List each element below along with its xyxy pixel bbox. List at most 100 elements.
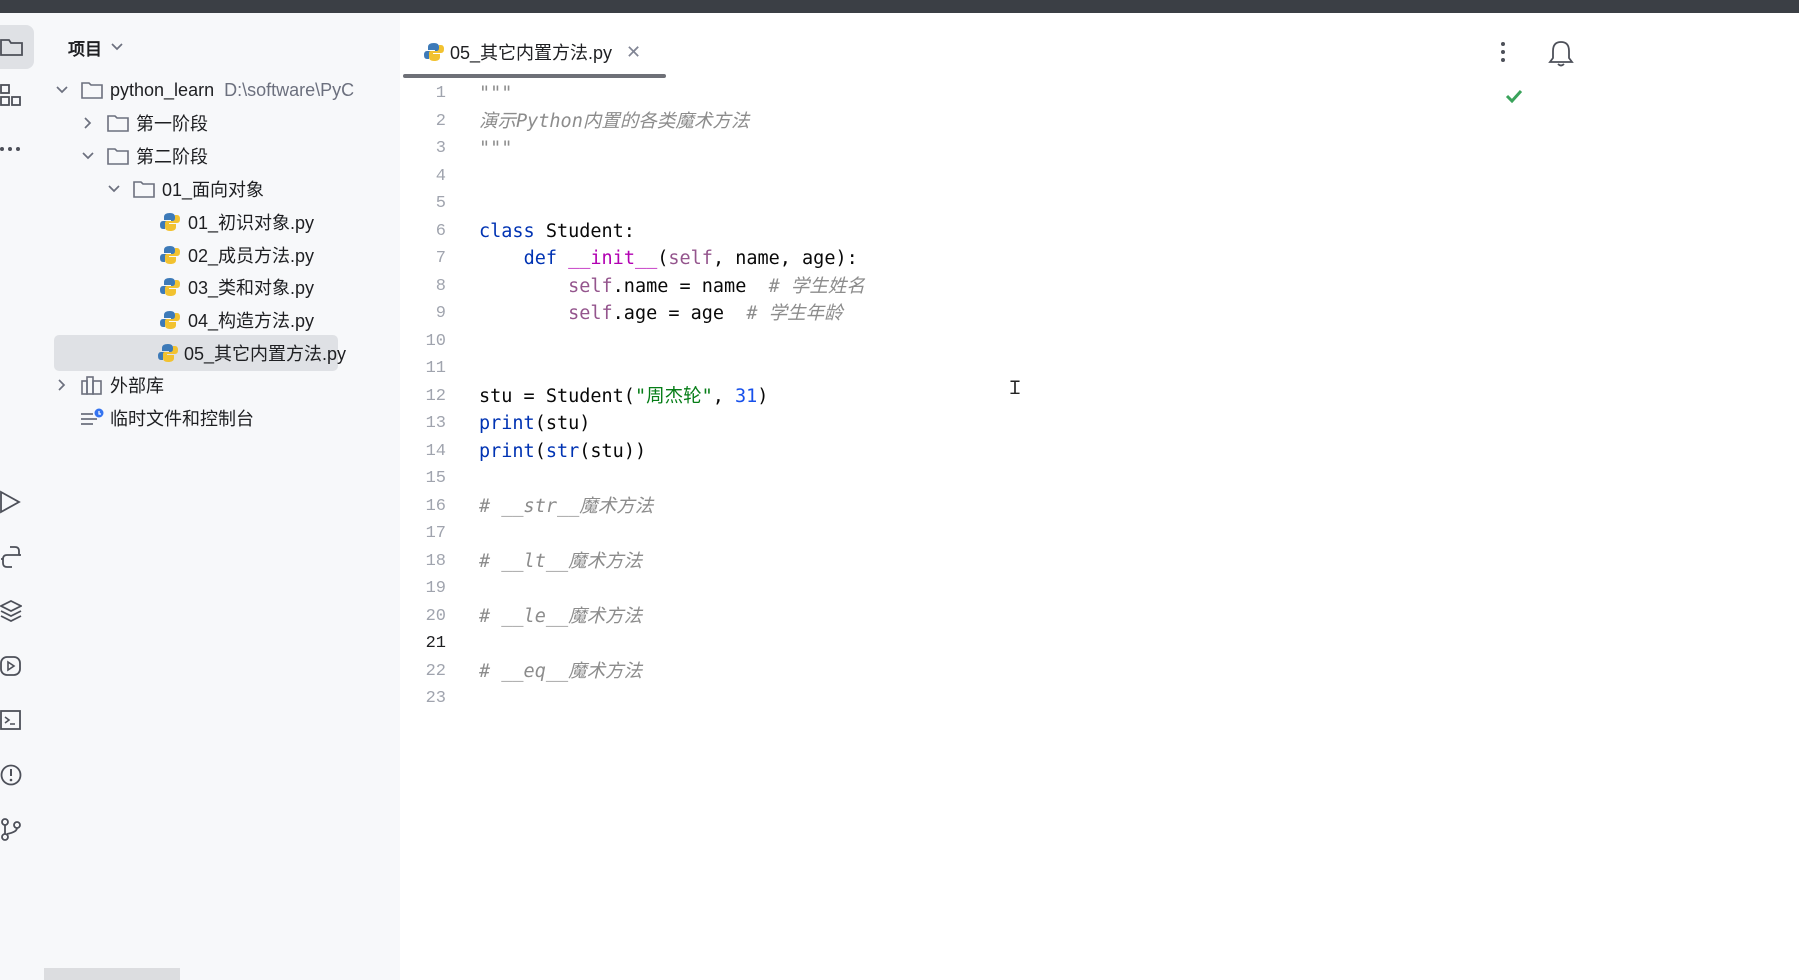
tree-item-file-02[interactable]: 02_成员方法.py [158,237,314,273]
warning-circle-icon [0,764,22,786]
code-line-6: class Student: [479,220,635,242]
project-path: D:\software\PyC [224,79,355,100]
tree-item-oop-folder[interactable]: 01_面向对象 [104,171,264,207]
python-file-icon [158,342,178,364]
line-number: 19 [425,579,446,598]
chevron-down-icon[interactable] [78,146,98,166]
more-tools-button[interactable] [0,134,34,164]
services-tool-button[interactable] [0,651,34,681]
line-number: 17 [425,524,446,543]
code-line-16: # __str__魔术方法 [479,495,654,517]
code-editor[interactable]: 05_其它内置方法.py ✕ 1 2 3 4 5 6 7 8 9 10 11 1… [400,13,1799,980]
line-number: 2 [435,111,446,131]
tree-item-label: 临时文件和控制台 [110,409,254,429]
folder-icon [132,178,156,200]
line-number: 3 [435,139,446,158]
horizontal-scrollbar[interactable] [44,968,180,980]
more-horizontal-icon [0,147,20,151]
text-cursor-icon: Ｉ [1006,378,1024,399]
line-number: 14 [425,441,446,461]
folder-icon [80,79,104,101]
code-area[interactable]: """ 演示Python内置的各类魔术方法 """ class Student:… [479,80,865,713]
code-line-20: # __le__魔术方法 [479,605,643,627]
tool-window-strip [0,13,44,980]
line-number: 1 [435,84,446,103]
project-panel-title: 项目 [68,39,102,59]
python-packages-button[interactable] [0,596,34,626]
tree-item-python-learn[interactable]: python_learn D:\software\PyC [52,72,354,108]
tree-item-label: 03_类和对象.py [188,278,315,298]
tree-item-label: 04_构造方法.py [188,311,315,331]
line-number: 12 [425,386,446,406]
code-line-18: # __lt__魔术方法 [479,550,643,572]
tree-item-label: 05_其它内置方法.py [184,344,347,364]
tree-item-stage-2[interactable]: 第二阶段 [78,138,208,174]
project-panel-header[interactable]: 项目 [68,35,124,59]
window-title-bar [0,0,1799,13]
tree-item-stage-1[interactable]: 第一阶段 [78,105,208,141]
folder-icon [106,112,130,134]
tree-item-external-libraries[interactable]: 外部库 [52,367,164,403]
git-tool-button[interactable] [0,814,34,844]
line-number: 11 [425,359,446,378]
terminal-tool-button[interactable] [0,705,34,735]
layers-icon [0,599,22,623]
code-line-1: """ [479,83,513,104]
folder-icon [0,39,23,56]
problems-tool-button[interactable] [0,760,34,790]
python-console-button[interactable] [0,542,34,572]
line-number: 10 [425,331,446,351]
folder-icon [106,145,130,167]
terminal-icon [0,710,21,730]
tree-item-file-01[interactable]: 01_初识对象.py [158,204,314,240]
close-icon[interactable]: ✕ [626,42,641,63]
chevron-right-icon[interactable] [78,113,98,133]
line-number: 9 [435,304,446,323]
structure-icon [0,84,21,106]
tree-item-label: 01_面向对象 [162,180,265,200]
notifications-bell-icon[interactable] [1548,39,1574,67]
line-number: 16 [425,496,446,516]
tree-item-scratches[interactable]: 临时文件和控制台 [80,400,254,436]
more-vertical-icon[interactable] [1500,41,1506,63]
active-tab-indicator [403,74,666,78]
code-line-3: """ [479,138,513,159]
tree-item-file-03[interactable]: 03_类和对象.py [158,269,314,305]
check-icon[interactable] [1505,89,1523,103]
chevron-right-icon[interactable] [52,375,72,395]
python-file-icon [158,309,182,331]
line-number: 8 [435,276,446,296]
code-line-13: print(stu) [479,413,591,434]
line-number: 13 [425,414,446,433]
tree-item-file-05-selected[interactable]: 05_其它内置方法.py [54,335,346,371]
chevron-down-icon[interactable] [52,80,72,100]
tree-item-file-04[interactable]: 04_构造方法.py [158,302,314,338]
python-file-icon [158,276,182,298]
code-line-2: 演示Python内置的各类魔术方法 [479,110,750,132]
line-number: 18 [425,551,446,571]
code-line-12: stu = Student("周杰轮", 31) [479,385,769,407]
tree-item-label: 外部库 [110,376,164,396]
services-icon [0,656,21,676]
line-number: 22 [425,661,446,681]
project-tool-button[interactable] [0,25,34,69]
python-file-icon [158,211,182,233]
line-number: 6 [435,221,446,241]
tree-item-label: 第二阶段 [136,147,208,167]
scratches-icon [80,407,104,429]
line-number-current: 21 [425,634,446,653]
line-number: 20 [425,606,446,626]
editor-tab-active[interactable]: 05_其它内置方法.py ✕ [424,35,641,69]
chevron-down-icon[interactable] [104,179,124,199]
structure-tool-button[interactable] [0,80,34,110]
run-tool-button[interactable] [0,487,34,517]
tree-item-label: 02_成员方法.py [188,246,315,266]
